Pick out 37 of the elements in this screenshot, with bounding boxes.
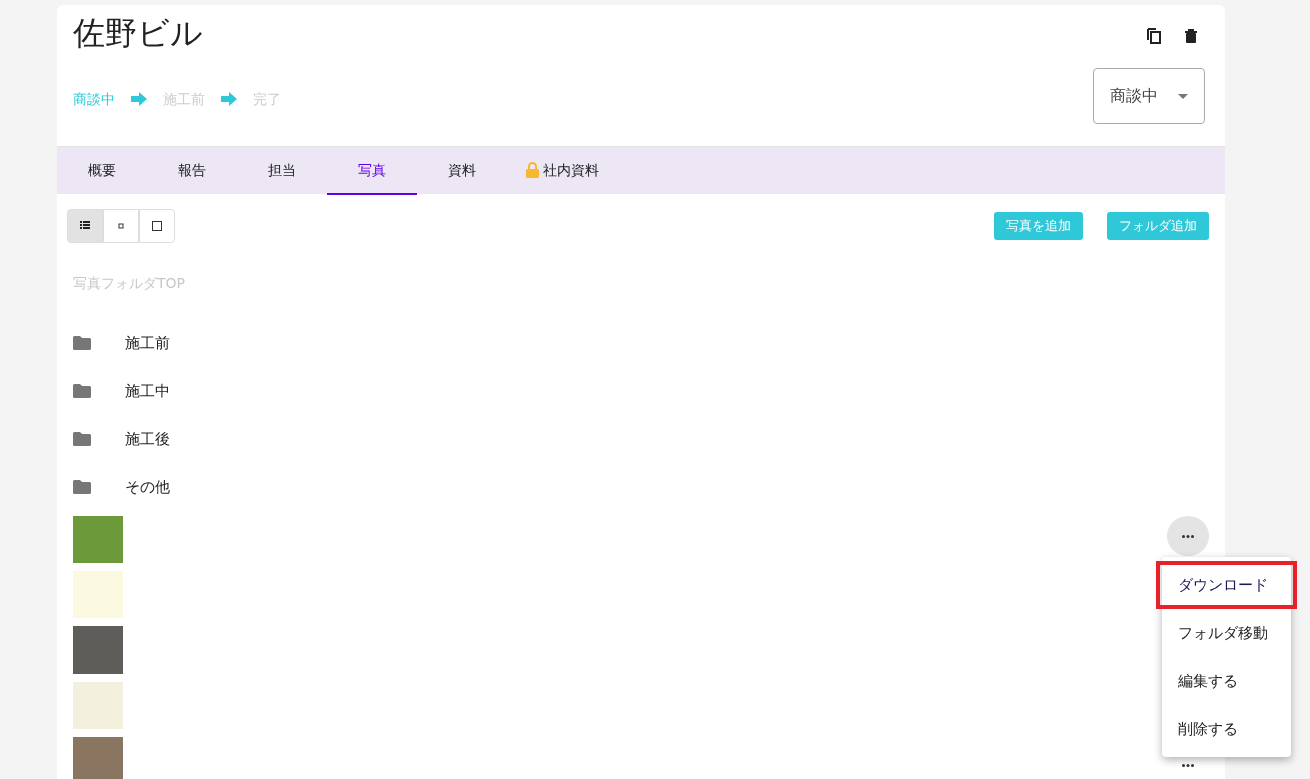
arrow-icon <box>221 92 237 107</box>
folder-name[interactable]: 施工中 <box>125 379 170 403</box>
menu-item[interactable]: ダウンロード <box>1156 561 1297 609</box>
folder-icon <box>73 384 91 398</box>
lock-icon <box>525 162 539 178</box>
tab[interactable]: 社内資料 <box>507 147 617 195</box>
delete-icon[interactable] <box>1185 28 1197 43</box>
more-icon[interactable] <box>1182 764 1194 767</box>
page-title: 佐野ビル <box>72 13 204 54</box>
folder-icon <box>73 336 91 350</box>
folder-icon <box>73 480 91 494</box>
arrow-icon <box>131 92 147 107</box>
menu-item[interactable]: 編集する <box>1162 657 1291 705</box>
menu-item[interactable]: フォルダ移動 <box>1162 609 1291 657</box>
view-toggle-button[interactable] <box>139 209 175 243</box>
large-grid-icon <box>152 221 162 231</box>
tab[interactable]: 概要 <box>57 147 147 195</box>
view-toggle-button[interactable] <box>67 209 103 243</box>
small-grid-icon <box>116 221 126 231</box>
tab[interactable]: 写真 <box>327 147 417 195</box>
folder-name[interactable]: その他 <box>125 475 170 499</box>
tab[interactable]: 報告 <box>147 147 237 195</box>
folder-icon <box>73 432 91 446</box>
photo-placeholder[interactable] <box>73 516 123 564</box>
caret-icon <box>1178 93 1188 99</box>
tab[interactable]: 資料 <box>417 147 507 195</box>
menu-item[interactable]: 削除する <box>1162 705 1291 753</box>
tab[interactable]: 担当 <box>237 147 327 195</box>
folder-name[interactable]: 施工前 <box>125 331 170 355</box>
copy-icon[interactable] <box>1147 27 1161 44</box>
folder-name[interactable]: 施工後 <box>125 427 170 451</box>
status-select[interactable]: 商談中 <box>1093 68 1205 124</box>
photo-placeholder[interactable] <box>73 736 123 779</box>
view-toggle-button[interactable] <box>103 209 139 243</box>
progress-step: 商談中 <box>73 88 115 110</box>
more-icon <box>1182 534 1194 538</box>
list-view-icon <box>80 221 90 231</box>
